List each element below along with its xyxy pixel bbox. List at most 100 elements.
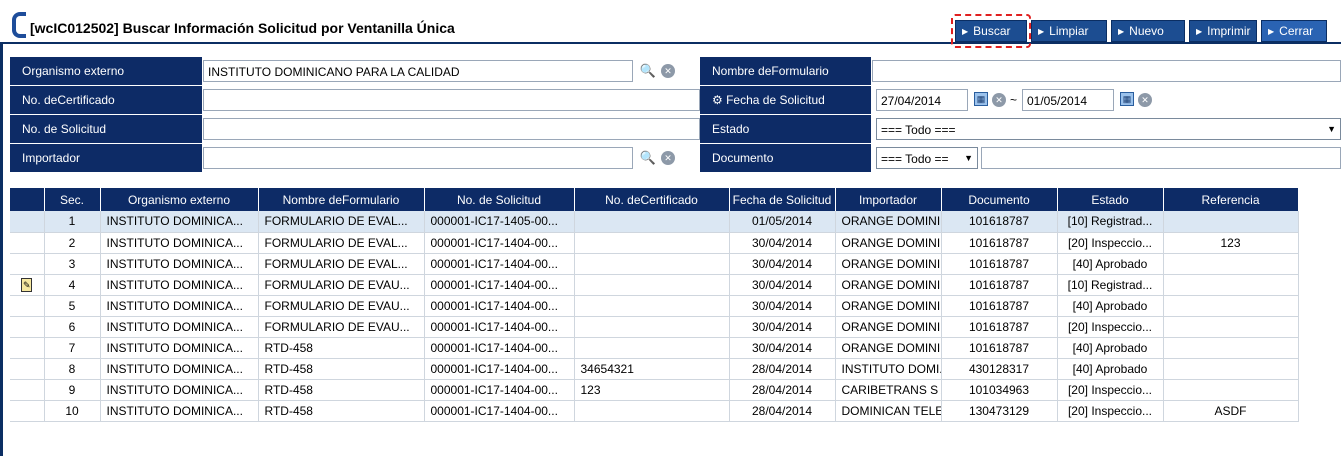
table-cell-form: RTD-458	[258, 358, 425, 380]
table-cell-fecha: 28/04/2014	[729, 400, 836, 422]
form-row-solicitud: No. de Solicitud Estado === Todo === ▼	[10, 115, 1341, 144]
row-marker-cell	[10, 211, 45, 233]
table-cell-fecha: 30/04/2014	[729, 253, 836, 275]
table-cell-ref	[1163, 337, 1299, 359]
row-marker-cell	[10, 337, 45, 359]
estado-select[interactable]: === Todo === ▼	[876, 118, 1341, 140]
table-cell-estado: [40] Aprobado	[1057, 253, 1164, 275]
documento-select-value: === Todo ==	[881, 152, 949, 166]
fecha-desde-input[interactable]: 27/04/2014	[876, 89, 968, 111]
clear-date-icon[interactable]: ✕	[992, 93, 1006, 107]
print-button[interactable]: ▶ Imprimir	[1189, 20, 1257, 42]
clear-field-icon[interactable]: ✕	[661, 64, 675, 78]
table-cell-doc: 130473129	[941, 400, 1058, 422]
clear-date-icon[interactable]: ✕	[1138, 93, 1152, 107]
table-cell-estado: [40] Aprobado	[1057, 295, 1164, 317]
table-cell-fecha: 30/04/2014	[729, 295, 836, 317]
table-cell-cert	[574, 337, 730, 359]
table-cell-sec: 6	[44, 316, 101, 338]
row-marker-cell	[10, 253, 45, 275]
table-cell-sec: 8	[44, 358, 101, 380]
table-row[interactable]: ✎ 4 INSTITUTO DOMINICA... FORMULARIO DE EVA…	[10, 274, 1299, 296]
estado-label: Estado	[700, 115, 872, 144]
column-header[interactable]: Referencia	[1163, 188, 1299, 211]
search-button[interactable]: ▶ Buscar	[955, 20, 1027, 42]
table-cell-form: RTD-458	[258, 379, 425, 401]
nombre-formulario-input[interactable]	[872, 60, 1341, 82]
row-marker-cell	[10, 358, 45, 380]
table-cell-imp: ORANGE DOMINI...	[835, 316, 942, 338]
column-header[interactable]: No. deCertificado	[574, 188, 730, 211]
table-cell-doc: 101618787	[941, 253, 1058, 275]
table-cell-sec: 5	[44, 295, 101, 317]
table-row[interactable]: 2 INSTITUTO DOMINICA... FORMULARIO DE EVAL…	[10, 232, 1299, 254]
table-cell-org: INSTITUTO DOMINICA...	[100, 232, 259, 254]
new-button-label: Nuevo	[1129, 24, 1164, 38]
table-cell-ref	[1163, 358, 1299, 380]
clear-field-icon[interactable]: ✕	[661, 151, 675, 165]
table-row[interactable]: 9 INSTITUTO DOMINICA... RTD-458 000001-IC17…	[10, 379, 1299, 401]
table-row[interactable]: 10 INSTITUTO DOMINICA... RTD-458 000001-IC1…	[10, 400, 1299, 422]
table-cell-sol: 000001-IC17-1404-00...	[424, 379, 575, 401]
form-row-organismo: Organismo externo INSTITUTO DOMINICANO P…	[10, 57, 1341, 86]
required-gear-icon: ⚙	[712, 93, 727, 107]
table-cell-doc: 101618787	[941, 211, 1058, 233]
solicitud-input[interactable]	[203, 118, 700, 140]
estado-select-value: === Todo ===	[881, 123, 956, 137]
column-header[interactable]: Sec.	[44, 188, 101, 211]
table-row[interactable]: 5 INSTITUTO DOMINICA... FORMULARIO DE EVAU…	[10, 295, 1299, 317]
table-cell-fecha: 30/04/2014	[729, 337, 836, 359]
table-cell-fecha: 28/04/2014	[729, 379, 836, 401]
column-header-marker	[10, 188, 45, 211]
table-cell-org: INSTITUTO DOMINICA...	[100, 379, 259, 401]
table-row[interactable]: 3 INSTITUTO DOMINICA... FORMULARIO DE EVAL…	[10, 253, 1299, 275]
arrow-right-icon: ▶	[1268, 26, 1275, 36]
column-header[interactable]: Fecha de Solicitud	[729, 188, 836, 211]
search-icon[interactable]: 🔍	[639, 149, 657, 167]
fecha-solicitud-label-text: Fecha de Solicitud	[726, 93, 825, 107]
table-row[interactable]: 1 INSTITUTO DOMINICA... FORMULARIO DE EVAL…	[10, 211, 1299, 233]
date-range-separator: ~	[1010, 93, 1018, 107]
table-cell-cert	[574, 316, 730, 338]
table-cell-form: FORMULARIO DE EVAL...	[258, 253, 425, 275]
documento-select[interactable]: === Todo == ▼	[876, 147, 978, 169]
table-cell-sol: 000001-IC17-1404-00...	[424, 295, 575, 317]
table-row[interactable]: 6 INSTITUTO DOMINICA... FORMULARIO DE EVAU…	[10, 316, 1299, 338]
form-row-certificado: No. deCertificado ⚙ Fecha de Solicitud 2…	[10, 86, 1341, 115]
certificado-input[interactable]	[203, 89, 700, 111]
search-icon[interactable]: 🔍	[639, 62, 657, 80]
column-header[interactable]: Estado	[1057, 188, 1164, 211]
column-header[interactable]: No. de Solicitud	[424, 188, 575, 211]
table-cell-estado: [20] Inspeccio...	[1057, 316, 1164, 338]
column-header[interactable]: Nombre deFormulario	[258, 188, 425, 211]
table-cell-ref	[1163, 253, 1299, 275]
documento-input[interactable]	[981, 147, 1341, 169]
title-bar: [wcIC012502] Buscar Información Solicitu…	[0, 0, 1341, 48]
table-cell-imp: CARIBETRANS S A	[835, 379, 942, 401]
table-cell-sec: 3	[44, 253, 101, 275]
column-header[interactable]: Organismo externo	[100, 188, 259, 211]
calendar-icon[interactable]: ▦	[974, 92, 988, 106]
column-header[interactable]: Documento	[941, 188, 1058, 211]
table-cell-ref	[1163, 295, 1299, 317]
table-cell-doc: 101618787	[941, 295, 1058, 317]
table-cell-fecha: 30/04/2014	[729, 232, 836, 254]
table-cell-form: FORMULARIO DE EVAU...	[258, 295, 425, 317]
organismo-input[interactable]: INSTITUTO DOMINICANO PARA LA CALIDAD	[203, 60, 633, 82]
table-cell-sec: 7	[44, 337, 101, 359]
table-cell-estado: [10] Registrad...	[1057, 274, 1164, 296]
table-cell-fecha: 01/05/2014	[729, 211, 836, 233]
arrow-right-icon: ▶	[1038, 26, 1045, 36]
table-cell-doc: 101034963	[941, 379, 1058, 401]
row-marker-cell	[10, 232, 45, 254]
clear-button[interactable]: ▶ Limpiar	[1031, 20, 1107, 42]
table-row[interactable]: 7 INSTITUTO DOMINICA... RTD-458 000001-IC17…	[10, 337, 1299, 359]
table-cell-cert: 123	[574, 379, 730, 401]
importador-input[interactable]	[203, 147, 633, 169]
column-header[interactable]: Importador	[835, 188, 942, 211]
fecha-hasta-input[interactable]: 01/05/2014	[1022, 89, 1114, 111]
close-button[interactable]: ▶ Cerrar	[1261, 20, 1327, 42]
table-row[interactable]: 8 INSTITUTO DOMINICA... RTD-458 000001-IC17…	[10, 358, 1299, 380]
new-button[interactable]: ▶ Nuevo	[1111, 20, 1185, 42]
calendar-icon[interactable]: ▦	[1120, 92, 1134, 106]
